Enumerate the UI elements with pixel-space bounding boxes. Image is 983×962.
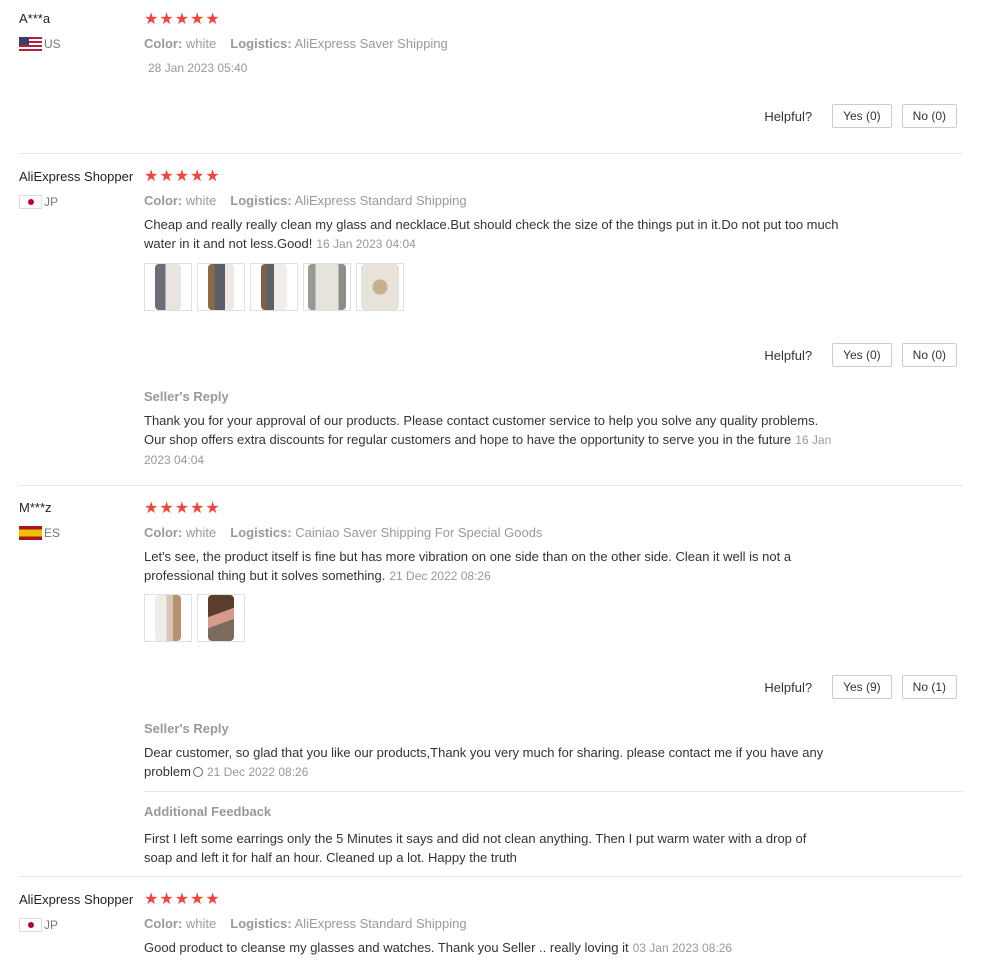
country-code: JP xyxy=(44,195,59,209)
feedback-divider xyxy=(144,791,963,792)
country-code: ES xyxy=(44,526,61,540)
seller-reply-body: Thank you for your approval of our produ… xyxy=(144,413,819,447)
reviewer-country: ES xyxy=(19,526,60,540)
color-value: white xyxy=(185,525,217,540)
review-date: 03 Jan 2023 08:26 xyxy=(632,941,733,955)
helpful-no-button[interactable]: No (0) xyxy=(901,343,957,367)
review-divider xyxy=(19,153,963,154)
reviewer-country: JP xyxy=(19,918,58,932)
review-divider xyxy=(19,485,963,486)
logistics-label: Logistics: xyxy=(230,36,292,51)
reviewer-name: AliExpress Shopper xyxy=(19,892,134,907)
logistics-value: Cainiao Saver Shipping For Special Goods xyxy=(295,525,543,540)
country-code: US xyxy=(44,37,61,51)
review-date: 16 Jan 2023 04:04 xyxy=(316,237,416,251)
reviewer-name: AliExpress Shopper xyxy=(19,169,134,184)
star-rating: ★★★★★ xyxy=(144,168,221,185)
helpful-label: Helpful? xyxy=(764,347,813,363)
star-rating: ★★★★★ xyxy=(144,11,221,28)
reviewer-name: A***a xyxy=(19,11,51,26)
additional-feedback-title: Additional Feedback xyxy=(144,804,272,819)
logistics-label: Logistics: xyxy=(230,916,292,931)
star-rating: ★★★★★ xyxy=(144,500,221,517)
seller-reply-text: Dear customer, so glad that you like our… xyxy=(144,743,824,782)
reviewer-country: JP xyxy=(19,195,58,209)
helpful-label: Helpful? xyxy=(764,679,813,695)
review-photo-thumbnail[interactable] xyxy=(250,263,298,311)
review-photo-thumbnail[interactable] xyxy=(197,594,245,642)
review-photos xyxy=(144,594,245,642)
color-value: white xyxy=(185,36,217,51)
review-date: 21 Dec 2022 08:26 xyxy=(389,569,491,583)
helpful-label: Helpful? xyxy=(764,108,813,124)
review-photos xyxy=(144,263,404,311)
es-flag-icon xyxy=(19,526,42,540)
review-date: 28 Jan 2023 05:40 xyxy=(148,61,248,75)
review-photo-thumbnail[interactable] xyxy=(197,263,245,311)
helpful-no-button[interactable]: No (0) xyxy=(901,104,957,128)
helpful-votes: Helpful? Yes (0) No (0) xyxy=(764,343,957,367)
logistics-value: AliExpress Standard Shipping xyxy=(294,916,467,931)
color-value: white xyxy=(185,193,217,208)
helpful-votes: Helpful? Yes (9) No (1) xyxy=(764,675,957,699)
helpful-yes-button[interactable]: Yes (0) xyxy=(832,343,892,367)
smiley-icon xyxy=(192,767,203,777)
review-body: Good product to cleanse my glasses and w… xyxy=(144,940,629,955)
country-code: JP xyxy=(44,918,59,932)
review-photo-thumbnail[interactable] xyxy=(144,594,192,642)
order-info: Color: white Logistics: AliExpress Saver … xyxy=(144,36,448,51)
review-text: Cheap and really really clean my glass a… xyxy=(144,215,844,254)
color-label: Color: xyxy=(144,916,183,931)
logistics-label: Logistics: xyxy=(230,525,292,540)
logistics-value: AliExpress Standard Shipping xyxy=(294,193,467,208)
order-info: Color: white Logistics: Cainiao Saver Shi… xyxy=(144,525,542,540)
reviewer-name: M***z xyxy=(19,500,52,515)
color-label: Color: xyxy=(144,36,183,51)
color-label: Color: xyxy=(144,525,183,540)
additional-feedback-text: First I left some earrings only the 5 Mi… xyxy=(144,831,807,865)
review-body: Cheap and really really clean my glass a… xyxy=(144,217,839,251)
color-value: white xyxy=(185,916,217,931)
review-text: Good product to cleanse my glasses and w… xyxy=(144,938,844,958)
reviewer-country: US xyxy=(19,37,61,51)
review-photo-thumbnail[interactable] xyxy=(356,263,404,311)
us-flag-icon xyxy=(19,37,42,51)
order-info: Color: white Logistics: AliExpress Standa… xyxy=(144,193,467,208)
helpful-votes: Helpful? Yes (0) No (0) xyxy=(764,104,957,128)
seller-reply-title: Seller's Reply xyxy=(144,721,229,736)
jp-flag-icon xyxy=(19,918,42,932)
jp-flag-icon xyxy=(19,195,42,209)
order-info: Color: white Logistics: AliExpress Standa… xyxy=(144,916,467,931)
helpful-yes-button[interactable]: Yes (9) xyxy=(832,675,892,699)
review-photo-thumbnail[interactable] xyxy=(303,263,351,311)
helpful-yes-button[interactable]: Yes (0) xyxy=(832,104,892,128)
logistics-label: Logistics: xyxy=(230,193,292,208)
seller-reply-text: Thank you for your approval of our produ… xyxy=(144,411,834,470)
seller-reply-date: 21 Dec 2022 08:26 xyxy=(206,765,309,779)
star-rating: ★★★★★ xyxy=(144,891,221,908)
helpful-no-button[interactable]: No (1) xyxy=(901,675,957,699)
seller-reply-title: Seller's Reply xyxy=(144,389,229,404)
review-photo-thumbnail[interactable] xyxy=(144,263,192,311)
review-text: Let's see, the product itself is fine bu… xyxy=(144,547,834,586)
logistics-value: AliExpress Saver Shipping xyxy=(294,36,448,51)
review-divider xyxy=(19,876,963,877)
color-label: Color: xyxy=(144,193,183,208)
